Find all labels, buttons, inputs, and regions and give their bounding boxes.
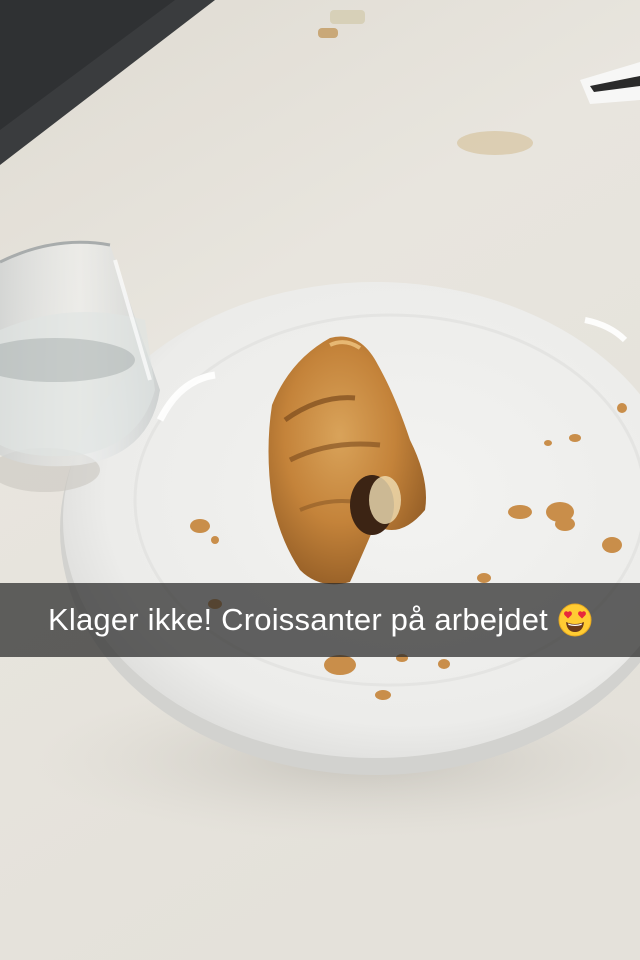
photo-scene (0, 0, 640, 960)
photo (0, 0, 640, 960)
caption-bar: Klager ikke! Croissanter på arbejdet (0, 583, 640, 657)
caption-text: Klager ikke! Croissanter på arbejdet (47, 602, 548, 637)
debris (330, 10, 365, 24)
table-stain (457, 131, 533, 155)
heart-eyes-emoji-icon (558, 603, 592, 637)
